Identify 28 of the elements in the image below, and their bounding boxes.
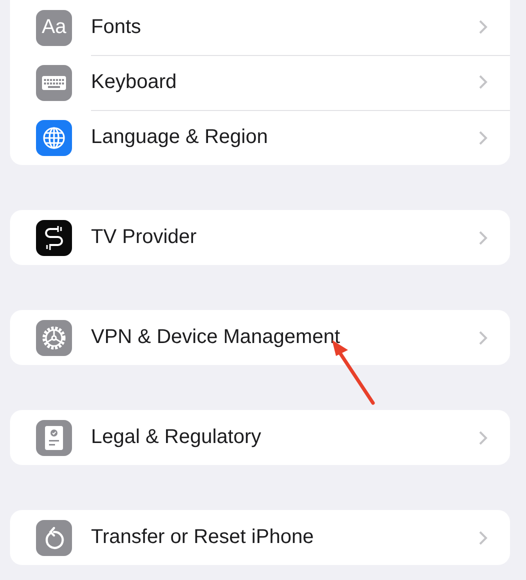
- globe-icon: [36, 120, 72, 156]
- document-icon: [36, 420, 72, 456]
- row-label: Legal & Regulatory: [91, 426, 262, 449]
- settings-row[interactable]: Language & Region: [10, 110, 510, 165]
- chevron-icon: [478, 330, 488, 346]
- row-label: Transfer or Reset iPhone: [91, 526, 315, 549]
- settings-row[interactable]: Transfer or Reset iPhone: [10, 510, 510, 565]
- reset-icon: [36, 520, 72, 556]
- chevron-icon: [478, 430, 488, 446]
- settings-row[interactable]: TV Provider: [10, 210, 510, 265]
- chevron-icon: [478, 230, 488, 246]
- row-label: TV Provider: [91, 226, 198, 249]
- chevron-icon: [478, 74, 488, 90]
- row-label: VPN & Device Management: [91, 326, 342, 349]
- keyboard-icon: [36, 64, 72, 100]
- row-label: Language & Region: [91, 126, 269, 149]
- row-label: Fonts: [91, 16, 142, 38]
- settings-row[interactable]: VPN & Device Management: [10, 310, 510, 365]
- cable-icon: [36, 220, 72, 256]
- gear-icon: [36, 320, 72, 356]
- chevron-icon: [478, 130, 488, 146]
- chevron-icon: [478, 530, 488, 546]
- settings-row[interactable]: Aa Fonts: [10, 0, 510, 55]
- chevron-icon: [478, 19, 488, 35]
- settings-row[interactable]: Keyboard: [10, 55, 510, 110]
- fonts-icon: Aa: [36, 10, 72, 46]
- row-label: Keyboard: [91, 70, 178, 94]
- settings-row[interactable]: Legal & Regulatory: [10, 410, 510, 465]
